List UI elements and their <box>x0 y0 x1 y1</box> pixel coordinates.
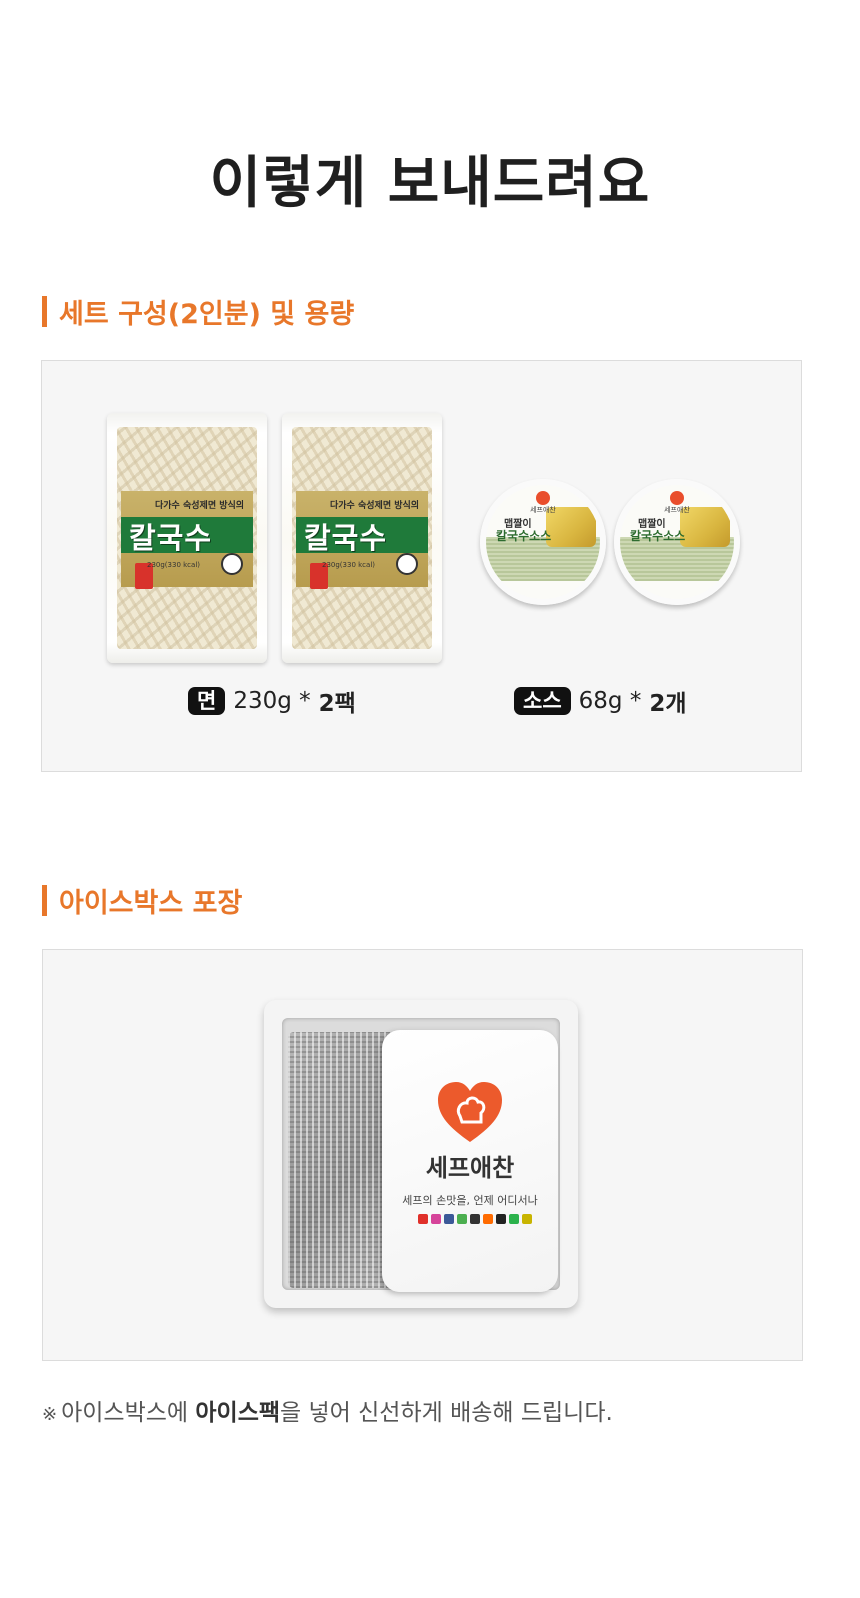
social-icon <box>483 1214 493 1224</box>
noodle-pack-name: 칼국수 <box>304 521 388 555</box>
icebox-image: 세프애찬 세프의 손맛을, 언제 어디서나 <box>264 1000 578 1308</box>
chef-heart-logo-icon <box>438 1082 502 1142</box>
reference-mark: ※ <box>42 1404 58 1425</box>
sauce-badge: 소스 <box>514 687 571 715</box>
chef-logo-icon <box>536 491 550 505</box>
noodle-pack-tagline: 다가수 숙성제면 방식의 <box>330 501 420 511</box>
social-icon <box>457 1214 467 1224</box>
icebox-section-title: 아이스박스 포장 <box>59 887 243 919</box>
social-icon <box>496 1214 506 1224</box>
noodle-pack-name: 칼국수 <box>129 521 213 555</box>
noodle-pack-label: 다가수 숙성제면 방식의 칼국수 230g(330 kcal) <box>121 491 253 589</box>
certification-seal-icon <box>221 553 243 575</box>
noodle-pack-weight: 230g(330 kcal) <box>322 561 375 569</box>
sauce-cup-image: 세프애찬 맵짤이 칼국수소스 <box>480 479 606 605</box>
social-icon <box>431 1214 441 1224</box>
sauce-cup-lid: 세프애찬 맵짤이 칼국수소스 <box>486 485 600 599</box>
certification-seal-icon <box>396 553 418 575</box>
sauce-spec: 68g * <box>578 688 642 714</box>
sauce-name-line2: 칼국수소스 <box>630 529 686 543</box>
sauce-brand: 세프애찬 <box>530 506 556 514</box>
note-emphasis: 아이스팩 <box>195 1400 281 1426</box>
social-icon <box>418 1214 428 1224</box>
set-composition-panel: 다가수 숙성제면 방식의 칼국수 230g(330 kcal) 다가수 숙성제면… <box>41 360 802 772</box>
chef-logo-icon <box>670 491 684 505</box>
note-text-after: 을 넣어 신선하게 배송해 드립니다. <box>280 1400 613 1426</box>
social-icon <box>509 1214 519 1224</box>
noodle-pack-label: 다가수 숙성제면 방식의 칼국수 230g(330 kcal) <box>296 491 428 589</box>
noodle-pack-image: 다가수 숙성제면 방식의 칼국수 230g(330 kcal) <box>107 413 267 663</box>
sauce-name-line2: 칼국수소스 <box>496 529 552 543</box>
note-text-before: 아이스박스에 <box>61 1400 196 1426</box>
noodle-spec: 230g * <box>233 688 311 714</box>
sauce-cup-image: 세프애찬 맵짤이 칼국수소스 <box>614 479 740 605</box>
icepack: 세프애찬 세프의 손맛을, 언제 어디서나 <box>382 1030 558 1292</box>
noodle-pack-tagline: 다가수 숙성제면 방식의 <box>155 501 245 511</box>
social-icon <box>470 1214 480 1224</box>
sauce-caption: 소스 68g * 2개 <box>514 686 687 717</box>
set-section-heading: 세트 구성(2인분) 및 용량 <box>42 295 354 330</box>
page-title: 이렇게 보내드려요 <box>209 151 651 216</box>
sauce-count: 2개 <box>649 691 687 717</box>
icepack-brand-name: 세프애찬 <box>425 1154 515 1182</box>
set-section-title: 세트 구성(2인분) 및 용량 <box>59 298 355 330</box>
noodle-badge: 면 <box>188 687 226 715</box>
sauce-brand: 세프애찬 <box>664 506 690 514</box>
noodle-count: 2팩 <box>318 691 356 717</box>
noodle-pack-weight: 230g(330 kcal) <box>147 561 200 569</box>
shipping-note: ※ 아이스박스에 아이스팩을 넣어 신선하게 배송해 드립니다. <box>42 1393 613 1427</box>
heading-accent-bar <box>42 295 47 327</box>
icebox-section-heading: 아이스박스 포장 <box>42 884 242 919</box>
sauce-cup-lid: 세프애찬 맵짤이 칼국수소스 <box>620 485 734 599</box>
icepack-slogan: 세프의 손맛을, 언제 어디서나 <box>402 1194 538 1207</box>
noodle-caption: 면 230g * 2팩 <box>188 686 356 717</box>
noodle-pack-image: 다가수 숙성제면 방식의 칼국수 230g(330 kcal) <box>282 413 442 663</box>
social-icons-row <box>418 1214 532 1224</box>
social-icon <box>522 1214 532 1224</box>
heading-accent-bar <box>42 884 47 916</box>
social-icon <box>444 1214 454 1224</box>
